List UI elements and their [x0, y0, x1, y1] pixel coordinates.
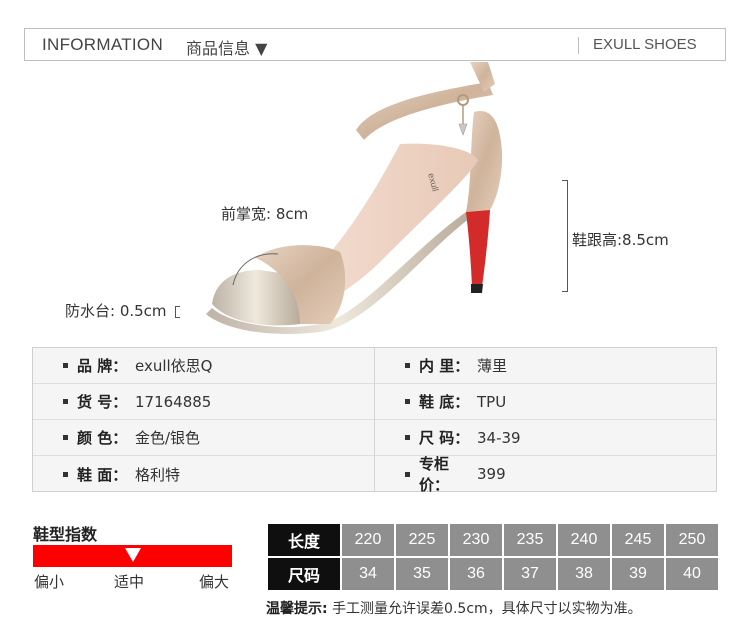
spec-item-no: 货 号： 17164885 — [33, 384, 375, 420]
heel-height-label: 鞋跟高:8.5cm — [572, 231, 669, 249]
spec-table: 品 牌： exull依思Q 内 里： 薄里 货 号： 17164885 鞋 底： TPU… — [32, 347, 717, 494]
length-cell: 250 — [666, 524, 718, 556]
product-image: exull 前掌宽: 8cm 鞋跟高:8.5cm 防水台: 0.5cm — [0, 62, 750, 347]
spec-brand: 品 牌： exull依思Q — [33, 348, 375, 384]
length-cell: 225 — [396, 524, 448, 556]
size-table: 长度 220 225 230 235 240 245 250 尺码 34 35 … — [266, 522, 720, 592]
spec-sole: 鞋 底： TPU — [375, 384, 717, 420]
fit-marker-icon — [124, 548, 141, 562]
spec-upper: 鞋 面： 格利特 — [33, 456, 375, 492]
length-cell: 240 — [558, 524, 610, 556]
fit-index-title: 鞋型指数 — [33, 525, 98, 544]
size-header: 尺码 — [268, 558, 340, 590]
info-header: INFORMATION 商品信息 ▼ EXULL SHOES — [24, 28, 726, 61]
forefoot-width-label: 前掌宽: 8cm — [221, 205, 309, 223]
length-cell: 235 — [504, 524, 556, 556]
size-cell: 34 — [342, 558, 394, 590]
size-cell: 39 — [612, 558, 664, 590]
spec-price: 专柜价： 399 — [375, 455, 717, 494]
header-title-en: INFORMATION — [42, 35, 164, 54]
platform-label: 防水台: 0.5cm — [65, 302, 167, 320]
header-title-cn[interactable]: 商品信息 ▼ — [186, 35, 267, 59]
length-header: 长度 — [268, 524, 340, 556]
header-brand: EXULL SHOES — [593, 36, 697, 53]
heel-height-ruler — [562, 180, 568, 292]
fit-label-large: 偏大 — [199, 573, 230, 591]
size-cell: 40 — [666, 558, 718, 590]
spec-size: 尺 码： 34-39 — [375, 420, 717, 456]
red-heel — [466, 210, 490, 287]
fit-label-normal: 适中 — [114, 573, 145, 591]
spec-lining: 内 里： 薄里 — [375, 348, 717, 384]
fit-label-small: 偏小 — [34, 573, 65, 591]
charm-icon — [458, 123, 468, 136]
size-cell: 35 — [396, 558, 448, 590]
header-divider — [578, 37, 579, 54]
size-cell: 38 — [558, 558, 610, 590]
spec-color: 颜 色： 金色/银色 — [33, 420, 375, 456]
size-row: 尺码 34 35 36 37 38 39 40 — [268, 558, 718, 590]
size-cell: 37 — [504, 558, 556, 590]
length-cell: 230 — [450, 524, 502, 556]
length-cell: 220 — [342, 524, 394, 556]
tip-label: 温馨提示: — [266, 601, 328, 617]
length-cell: 245 — [612, 524, 664, 556]
tip-text: 手工测量允许误差0.5cm，具体尺寸以实物为准。 — [332, 601, 642, 617]
size-tip: 温馨提示: 手工测量允许误差0.5cm，具体尺寸以实物为准。 — [266, 598, 642, 618]
platform-bracket — [175, 306, 180, 318]
size-cell: 36 — [450, 558, 502, 590]
length-row: 长度 220 225 230 235 240 245 250 — [268, 524, 718, 556]
